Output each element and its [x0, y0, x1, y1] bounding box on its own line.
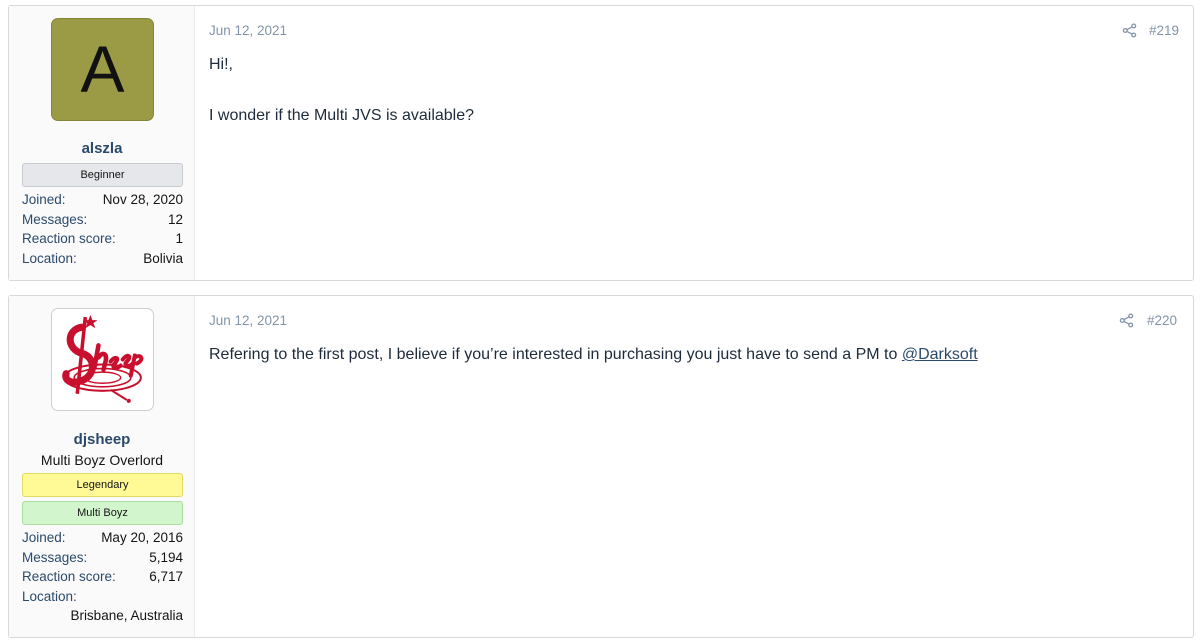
- user-cell: A alszla Beginner Joined: Nov 28, 2020 M…: [9, 6, 195, 280]
- stat-label: Joined:: [22, 530, 66, 545]
- message-body: Refering to the first post, I believe if…: [209, 346, 978, 364]
- user-stats: Joined: Nov 28, 2020 Messages: 12 Reacti…: [22, 190, 183, 268]
- stat-label: Messages:: [22, 211, 88, 227]
- stat-value: 6,717: [149, 569, 183, 584]
- post-date[interactable]: Jun 12, 2021: [209, 313, 287, 328]
- message-text: Refering to the first post, I believe if…: [209, 346, 902, 363]
- user-title: Multi Boyz Overlord: [40, 452, 164, 468]
- stat-label: Joined:: [22, 192, 66, 207]
- username[interactable]: alszla: [9, 140, 195, 157]
- stat-location: Location: Bolivia: [22, 249, 183, 269]
- avatar[interactable]: [51, 308, 154, 411]
- stat-value[interactable]: Bolivia: [143, 249, 183, 269]
- user-mention-link[interactable]: @Darksoft: [902, 346, 978, 363]
- stat-value: May 20, 2016: [101, 530, 183, 545]
- user-banner-multi-boyz: Multi Boyz: [22, 501, 183, 525]
- stat-label: Location:: [22, 588, 77, 604]
- post-219: A alszla Beginner Joined: Nov 28, 2020 M…: [8, 5, 1194, 281]
- post-number[interactable]: #219: [1149, 23, 1179, 38]
- stat-location: Location:: [22, 587, 183, 607]
- user-stats: Joined: May 20, 2016 Messages: 5,194 Rea…: [22, 528, 183, 626]
- stat-messages: Messages: 5,194: [22, 548, 183, 568]
- message-line: I wonder if the Multi JVS is available?: [209, 107, 475, 124]
- user-banner-legendary: Legendary: [22, 473, 183, 497]
- stat-value: Nov 28, 2020: [102, 192, 183, 207]
- sheep-logo-icon: [62, 315, 144, 403]
- post-date[interactable]: Jun 12, 2021: [209, 23, 287, 38]
- stat-label: Messages:: [22, 549, 88, 565]
- username[interactable]: djsheep: [9, 431, 195, 448]
- share-icon[interactable]: [1122, 23, 1137, 38]
- stat-value[interactable]: 12: [168, 210, 183, 230]
- stat-location-value[interactable]: Brisbane, Australia: [22, 606, 183, 626]
- stat-messages: Messages: 12: [22, 210, 183, 230]
- stat-joined: Joined: Nov 28, 2020: [22, 190, 183, 210]
- avatar[interactable]: A: [51, 18, 154, 121]
- stat-reaction-score: Reaction score: 6,717: [22, 567, 183, 587]
- stat-reaction-score: Reaction score: 1: [22, 229, 183, 249]
- stat-label: Reaction score:: [22, 569, 116, 584]
- stat-value: 1: [175, 231, 183, 246]
- post-number[interactable]: #220: [1147, 313, 1177, 328]
- stat-label: Location:: [22, 250, 77, 266]
- stat-value[interactable]: 5,194: [149, 548, 183, 568]
- share-icon[interactable]: [1119, 313, 1134, 328]
- user-cell: djsheep Multi Boyz Overlord Legendary Mu…: [9, 296, 195, 637]
- stat-label: Reaction score:: [22, 231, 116, 246]
- user-banner-beginner: Beginner: [22, 163, 183, 187]
- message-line: Hi!,: [209, 56, 233, 73]
- stat-joined: Joined: May 20, 2016: [22, 528, 183, 548]
- post-220: djsheep Multi Boyz Overlord Legendary Mu…: [8, 295, 1194, 638]
